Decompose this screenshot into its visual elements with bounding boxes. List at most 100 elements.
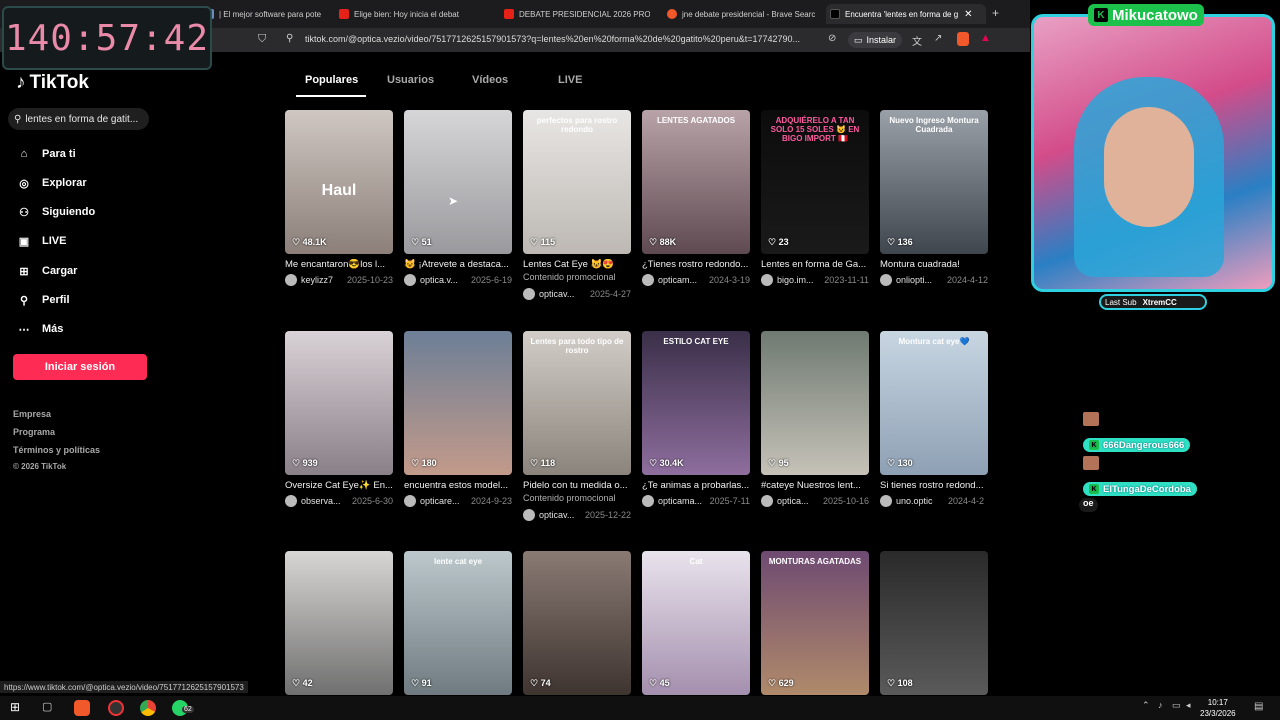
- username[interactable]: optica...: [777, 496, 817, 506]
- video-thumbnail[interactable]: ♡ 180: [404, 331, 512, 475]
- username[interactable]: opticav...: [539, 510, 579, 520]
- video-thumbnail[interactable]: ♡ 95: [761, 331, 869, 475]
- browser-tab-1[interactable]: | El mejor software para pote: [200, 4, 322, 24]
- browser-tab-4[interactable]: jne debate presidencial - Brave Searc: [663, 4, 815, 24]
- avatar[interactable]: [642, 274, 654, 286]
- username[interactable]: opticare...: [420, 496, 465, 506]
- browser-tab-2[interactable]: Elige bien: Hoy inicia el debat: [335, 4, 487, 24]
- video-caption[interactable]: Montura cuadrada!: [880, 259, 988, 270]
- microphone-icon[interactable]: ♪: [1158, 700, 1163, 710]
- footer-link-programa[interactable]: Programa: [13, 427, 55, 437]
- video-caption[interactable]: Oversize Cat Eye✨ En...: [285, 480, 393, 491]
- task-view-icon[interactable]: ▢: [42, 700, 52, 713]
- brave-shields-icon[interactable]: [957, 32, 969, 46]
- mute-icon[interactable]: ⊘: [828, 33, 836, 44]
- nav-item-para-ti[interactable]: ⌂ Para ti: [16, 144, 76, 164]
- avatar[interactable]: [880, 495, 892, 507]
- tab-videos[interactable]: Vídeos: [472, 74, 508, 86]
- avatar[interactable]: [523, 509, 535, 521]
- network-icon[interactable]: ▭: [1172, 700, 1181, 711]
- footer-link-terminos[interactable]: Términos y políticas: [13, 445, 100, 455]
- avatar[interactable]: [523, 288, 535, 300]
- avatar[interactable]: [642, 495, 654, 507]
- video-thumbnail[interactable]: lente cat eye ♡ 91: [404, 551, 512, 695]
- video-card[interactable]: ♡ 180 encuentra estos model... opticare...…: [404, 331, 512, 507]
- translate-icon[interactable]: 文: [912, 33, 922, 48]
- avatar[interactable]: [404, 274, 416, 286]
- video-caption[interactable]: 😺 ¡Atrevete a destaca...: [404, 259, 512, 270]
- nav-item-cargar[interactable]: ⊞ Cargar: [16, 261, 77, 281]
- video-card[interactable]: ♡ 74: [523, 551, 631, 695]
- nav-item-mas[interactable]: ⋯ Más: [16, 319, 64, 339]
- username[interactable]: observa...: [301, 496, 346, 506]
- video-thumbnail[interactable]: MONTURAS AGATADAS ♡ 629: [761, 551, 869, 695]
- avatar[interactable]: [761, 274, 773, 286]
- video-caption[interactable]: Pidelo con tu medida o...: [523, 480, 631, 491]
- username[interactable]: onliopti...: [896, 275, 941, 285]
- tab-populares[interactable]: Populares: [305, 74, 358, 86]
- avatar[interactable]: [761, 495, 773, 507]
- tab-usuarios[interactable]: Usuarios: [387, 74, 434, 86]
- username[interactable]: opticam...: [658, 275, 703, 285]
- video-caption[interactable]: ¿Tienes rostro redondo...: [642, 259, 750, 270]
- url-field[interactable]: tiktok.com/@optica.vezio/video/751771262…: [305, 34, 800, 44]
- close-tab-icon[interactable]: ✕: [964, 9, 972, 20]
- username[interactable]: bigo.im...: [777, 275, 818, 285]
- video-card[interactable]: ♡ 95 #cateye Nuestros lent... optica... 202…: [761, 331, 869, 507]
- video-thumbnail[interactable]: Nuevo Ingreso Montura Cuadrada ♡ 136: [880, 110, 988, 254]
- username[interactable]: keylizz7: [301, 275, 341, 285]
- video-card[interactable]: lente cat eye ♡ 91: [404, 551, 512, 695]
- browser-tab-active[interactable]: Encuentra 'lentes en forma de g ✕: [826, 4, 986, 24]
- video-caption[interactable]: Lentes en forma de Ga...: [761, 259, 869, 270]
- avatar[interactable]: [880, 274, 892, 286]
- new-tab-button[interactable]: +: [992, 6, 999, 20]
- video-caption[interactable]: Lentes Cat Eye 😺😍: [523, 259, 631, 270]
- video-caption[interactable]: encuentra estos model...: [404, 480, 512, 491]
- tray-chevron-icon[interactable]: ⌃: [1142, 700, 1150, 711]
- video-card[interactable]: Haul ♡ 48.1K Me encantaron😎los l... keylizz…: [285, 110, 393, 286]
- video-thumbnail[interactable]: Lentes para todo tipo de rostro ♡ 118: [523, 331, 631, 475]
- video-caption[interactable]: ¿Te animas a probarlas...: [642, 480, 750, 491]
- video-caption[interactable]: Me encantaron😎los l...: [285, 259, 393, 270]
- video-caption[interactable]: Si tienes rostro redond...: [880, 480, 988, 491]
- login-button[interactable]: Iniciar sesión: [13, 354, 147, 380]
- avatar[interactable]: [285, 274, 297, 286]
- avatar[interactable]: [404, 495, 416, 507]
- video-thumbnail[interactable]: ♡ 939: [285, 331, 393, 475]
- nav-item-explorar[interactable]: ◎ Explorar: [16, 173, 86, 193]
- search-input[interactable]: ⚲ lentes en forma de gatit...: [8, 108, 149, 130]
- obs-taskbar-icon[interactable]: [108, 700, 124, 716]
- notifications-icon[interactable]: ▤: [1254, 701, 1263, 712]
- brave-rewards-icon[interactable]: ▲: [980, 32, 991, 44]
- video-card[interactable]: Cat ♡ 45: [642, 551, 750, 695]
- site-info-icon[interactable]: ⚲: [286, 33, 293, 44]
- username[interactable]: uno.optic: [896, 496, 942, 506]
- nav-item-siguiendo[interactable]: ⚇ Siguiendo: [16, 202, 95, 222]
- video-thumbnail[interactable]: ♡ 42: [285, 551, 393, 695]
- windows-start-icon[interactable]: ⊞: [10, 700, 20, 714]
- video-card[interactable]: MONTURAS AGATADAS ♡ 629: [761, 551, 869, 695]
- video-thumbnail[interactable]: ♡ 108: [880, 551, 988, 695]
- nav-item-perfil[interactable]: ⚲ Perfil: [16, 290, 70, 310]
- share-icon[interactable]: ↗: [934, 33, 942, 44]
- avatar[interactable]: [285, 495, 297, 507]
- video-caption[interactable]: #cateye Nuestros lent...: [761, 480, 869, 491]
- video-thumbnail[interactable]: Montura cat eye💙 ♡ 130: [880, 331, 988, 475]
- chrome-taskbar-icon[interactable]: [140, 700, 156, 716]
- video-thumbnail[interactable]: ESTILO CAT EYE ♡ 30.4K: [642, 331, 750, 475]
- nav-item-live[interactable]: ▣ LIVE: [16, 231, 67, 251]
- username[interactable]: opticav...: [539, 289, 584, 299]
- volume-icon[interactable]: ◂: [1186, 700, 1191, 711]
- video-card[interactable]: ♡ 108: [880, 551, 988, 695]
- taskbar-clock[interactable]: 10:17 23/3/2026: [1200, 697, 1236, 719]
- tiktok-logo[interactable]: ♪ TikTok: [16, 72, 89, 94]
- video-card[interactable]: LENTES AGATADOS ♡ 88K ¿Tienes rostro redon…: [642, 110, 750, 286]
- username[interactable]: opticama...: [658, 496, 704, 506]
- video-card[interactable]: ESTILO CAT EYE ♡ 30.4K ¿Te animas a probar…: [642, 331, 750, 507]
- video-thumbnail[interactable]: ADQUIÉRELO A TAN SOLO 15 SOLES 😺 EN BIGO…: [761, 110, 869, 254]
- video-thumbnail[interactable]: Cat ♡ 45: [642, 551, 750, 695]
- video-thumbnail[interactable]: ♡ 74: [523, 551, 631, 695]
- browser-tab-3[interactable]: DEBATE PRESIDENCIAL 2026 PROPU: [500, 4, 650, 24]
- video-thumbnail[interactable]: perfectos para rostro redondo ♡ 115: [523, 110, 631, 254]
- brave-taskbar-icon[interactable]: [74, 700, 90, 716]
